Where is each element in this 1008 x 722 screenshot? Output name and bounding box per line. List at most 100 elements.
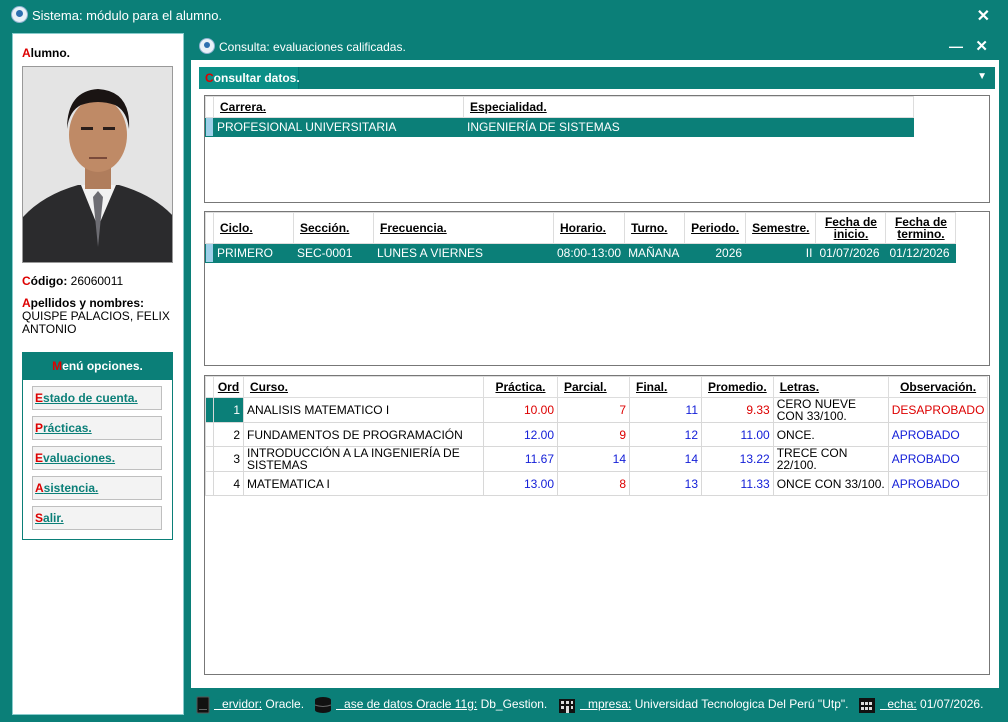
bd-hotkey: B — [336, 697, 345, 712]
codigo-value: 26060011 — [70, 274, 124, 288]
practicas-button[interactable]: Prácticas. — [32, 416, 162, 440]
col-frecuencia[interactable]: Frecuencia. — [373, 212, 554, 244]
cell-horario: 08:00-13:00 — [552, 243, 626, 263]
table-row[interactable]: 1 ANALISIS MATEMATICO I 10.00 7 11 9.33 … — [205, 397, 989, 423]
consulta-close-icon[interactable]: ✕ — [975, 37, 988, 55]
row-gutter — [205, 422, 214, 447]
table-row[interactable]: 3 INTRODUCCIÓN A LA INGENIERÍA DE SISTEM… — [205, 446, 989, 472]
cell-final: 12 — [629, 422, 702, 447]
cell-curso: FUNDAMENTOS DE PROGRAMACIÓN — [243, 422, 484, 447]
asistencia-label-rest: sistencia. — [43, 481, 99, 495]
table-row[interactable]: 4 MATEMATICA I 13.00 8 13 11.33 ONCE CON… — [205, 471, 989, 496]
col-turno[interactable]: Turno. — [624, 212, 686, 244]
col-semestre[interactable]: Semestre. — [745, 212, 817, 244]
cell-promedio: 11.33 — [701, 471, 774, 496]
ciclo-panel: Ciclo. Sección. Frecuencia. Horario. Tur… — [204, 211, 990, 366]
ciclo-header-row: Ciclo. Sección. Frecuencia. Horario. Tur… — [205, 212, 957, 244]
ciclo-table: Ciclo. Sección. Frecuencia. Horario. Tur… — [205, 212, 957, 263]
servidor-label-rest: ervidor: — [222, 697, 263, 712]
col-final[interactable]: Final. — [629, 376, 702, 398]
cell-final: 14 — [629, 446, 702, 472]
cell-curso: ANALISIS MATEMATICO I — [243, 397, 484, 423]
status-fecha: Fecha: 01/07/2026. — [858, 696, 983, 714]
col-practica[interactable]: Práctica. — [483, 376, 558, 398]
apellidos-hotkey: A — [22, 296, 31, 310]
bd-label-rest: ase de datos Oracle 11g: — [344, 697, 478, 712]
cell-parcial: 9 — [557, 422, 630, 447]
status-database: Base de datos Oracle 11g: Db_Gestion. — [314, 696, 547, 714]
consulta-title-bar: Consulta: evaluaciones calificadas. — ✕ — [191, 34, 999, 60]
col-ciclo[interactable]: Ciclo. — [213, 212, 294, 244]
window-body: Alumno. Código: 26060011 Apellidos y nom… — [8, 32, 1000, 718]
estado-hotkey: E — [35, 391, 44, 405]
cell-especialidad: INGENIERÍA DE SISTEMAS — [463, 117, 914, 137]
col-horario[interactable]: Horario. — [552, 212, 626, 244]
row-gutter — [205, 117, 214, 137]
col-promedio[interactable]: Promedio. — [701, 376, 774, 398]
database-icon — [314, 697, 332, 713]
estado-cuenta-button[interactable]: Estado de cuenta. — [32, 386, 162, 410]
col-letras[interactable]: Letras. — [772, 376, 889, 398]
apellidos-label: Apellidos y nombres: — [22, 296, 144, 310]
cell-final: 13 — [629, 471, 702, 496]
table-row[interactable]: 2 FUNDAMENTOS DE PROGRAMACIÓN 12.00 9 12… — [205, 422, 989, 447]
col-ord[interactable]: Ord — [213, 376, 244, 398]
asistencia-button[interactable]: Asistencia. — [32, 476, 162, 500]
estado-label-rest: stado de cuenta. — [43, 391, 138, 405]
cell-observacion: APROBADO — [887, 446, 989, 472]
alumno-hotkey: A — [22, 46, 31, 60]
cell-practica: 13.00 — [483, 471, 558, 496]
chevron-down-icon[interactable]: ▼ — [977, 71, 987, 82]
codigo-label-rest: ódigo: — [30, 274, 68, 288]
table-row[interactable]: PRIMERO SEC-0001 LUNES A VIERNES 08:00-1… — [205, 243, 957, 263]
evaluaciones-button[interactable]: Evaluaciones. — [32, 446, 162, 470]
salir-hotkey: S — [35, 511, 44, 525]
bd-value: Db_Gestion. — [480, 697, 548, 712]
cell-observacion: DESAPROBADO — [887, 397, 989, 423]
alumno-label: Alumno. — [22, 46, 70, 60]
cell-letras: CERO NUEVE CON 33/100. — [772, 397, 889, 423]
consulta-window: Consulta: evaluaciones calificadas. — ✕ … — [190, 33, 1000, 689]
codigo-row: Código: 26060011 — [22, 274, 123, 288]
calendar-icon — [859, 698, 875, 713]
col-fecha-termino[interactable]: Fecha de termino. — [885, 212, 957, 244]
carrera-panel: Carrera. Especialidad. PROFESIONAL UNIVE… — [204, 95, 990, 203]
empresa-label-rest: mpresa: — [588, 697, 632, 712]
student-photo — [22, 66, 173, 263]
window-close-icon[interactable]: ✕ — [977, 6, 990, 26]
cell-final: 11 — [629, 397, 702, 423]
minimize-icon[interactable]: — — [949, 38, 963, 54]
cell-observacion: APROBADO — [887, 471, 989, 496]
col-periodo[interactable]: Periodo. — [684, 212, 747, 244]
row-gutter — [205, 243, 214, 263]
table-row[interactable]: PROFESIONAL UNIVERSITARIA INGENIERÍA DE … — [205, 117, 914, 137]
row-gutter — [205, 471, 214, 496]
cell-parcial: 8 — [557, 471, 630, 496]
col-observacion[interactable]: Observación. — [887, 376, 989, 398]
col-curso[interactable]: Curso. — [243, 376, 484, 398]
col-carrera[interactable]: Carrera. — [213, 96, 464, 118]
cell-ord: 1 — [213, 397, 244, 423]
cell-practica: 10.00 — [483, 397, 558, 423]
asistencia-hotkey: A — [35, 481, 44, 495]
codigo-hotkey: C — [22, 274, 31, 288]
salir-button[interactable]: Salir. — [32, 506, 162, 530]
evaluaciones-hotkey: E — [35, 451, 44, 465]
cell-ord: 2 — [213, 422, 244, 447]
cell-fecha-termino: 01/12/2026 — [885, 243, 957, 263]
col-seccion[interactable]: Sección. — [293, 212, 374, 244]
cell-practica: 11.67 — [483, 446, 558, 472]
col-fecha-inicio[interactable]: Fecha de inicio. — [815, 212, 887, 244]
cell-letras: ONCE CON 33/100. — [772, 471, 889, 496]
col-parcial[interactable]: Parcial. — [557, 376, 630, 398]
servidor-label: Servidor: — [214, 697, 262, 711]
empresa-value: Universidad Tecnologica Del Perú "Utp". — [634, 697, 849, 712]
cell-curso: MATEMATICA I — [243, 471, 484, 496]
cell-letras: TRECE CON 22/100. — [772, 446, 889, 472]
cell-parcial: 7 — [557, 397, 630, 423]
consultar-datos-bar[interactable]: Consultar datos. ▼ — [199, 67, 995, 89]
cell-ord: 3 — [213, 446, 244, 472]
app-user-icon — [11, 6, 28, 23]
carrera-header-row: Carrera. Especialidad. — [205, 96, 914, 118]
col-especialidad[interactable]: Especialidad. — [463, 96, 914, 118]
